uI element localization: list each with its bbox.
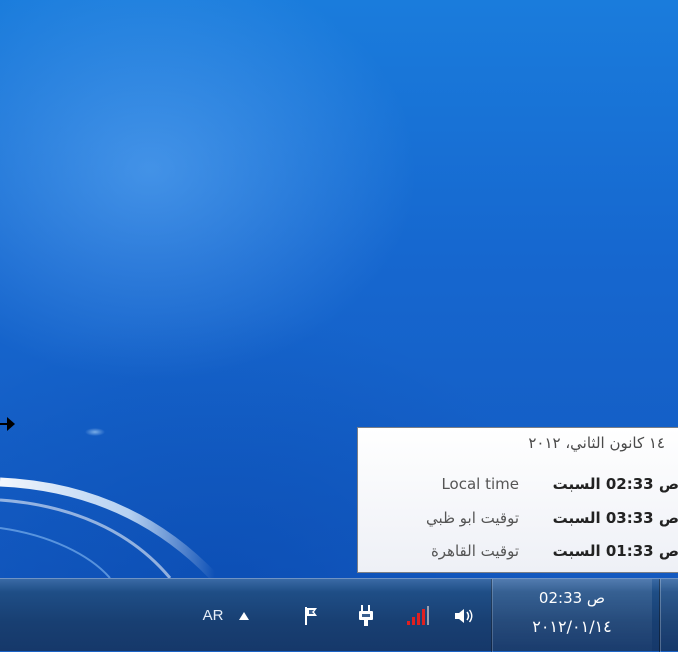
tooltip-time-row: ص 03:33 السبت توقيت ابو ظبي: [358, 509, 678, 535]
speaker-volume-icon[interactable]: [451, 579, 477, 652]
language-indicator[interactable]: AR: [196, 579, 230, 652]
tooltip-zone: توقيت ابو ظبي: [426, 509, 519, 527]
tooltip-zone: توقيت القاهرة: [430, 542, 519, 560]
network-signal-icon[interactable]: [404, 579, 432, 652]
tooltip-time-row: ص 01:33 السبت توقيت القاهرة: [358, 542, 678, 568]
pointer-arrow-icon: [0, 417, 15, 431]
action-center-flag-icon[interactable]: [300, 579, 324, 652]
show-hidden-icons-button[interactable]: [233, 579, 255, 652]
tooltip-time: ص 02:33 السبت: [552, 475, 678, 493]
clock-date: ٢٠١٢/٠١/١٤: [532, 617, 612, 636]
tooltip-time-row: ص 02:33 السبت Local time: [358, 475, 678, 501]
clock-tooltip: ١٤ كانون الثاني، ٢٠١٢ ص 02:33 السبت Loca…: [357, 427, 678, 573]
tooltip-time: ص 01:33 السبت: [552, 542, 678, 560]
tooltip-time: ص 03:33 السبت: [552, 509, 678, 527]
taskbar[interactable]: AR ص 02:33 ٢٠١٢/٠١/١٤: [0, 578, 678, 652]
clock-time: ص 02:33: [538, 589, 606, 607]
show-desktop-button[interactable]: [659, 579, 678, 652]
tooltip-date: ١٤ كانون الثاني، ٢٠١٢: [528, 434, 665, 452]
power-plug-icon[interactable]: [354, 579, 378, 652]
tooltip-date-row: ١٤ كانون الثاني، ٢٠١٢: [358, 434, 678, 460]
tooltip-zone: Local time: [441, 475, 519, 493]
up-triangle-icon: [239, 611, 249, 620]
taskbar-clock[interactable]: ص 02:33 ٢٠١٢/٠١/١٤: [491, 579, 652, 652]
